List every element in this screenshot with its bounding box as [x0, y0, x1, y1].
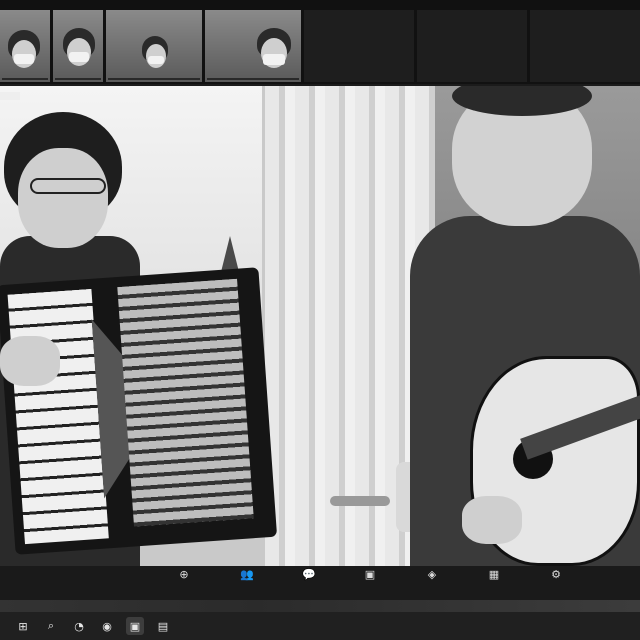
- participant-thumbnail-1[interactable]: [0, 10, 50, 82]
- meeting-toolbar: ⊕ 👥 💬 ▣ ◈ ▦ ⚙: [0, 566, 640, 600]
- accordion-bellows: [117, 278, 254, 527]
- participant-name-tile-2[interactable]: [416, 10, 527, 82]
- participant-thumbnail-3[interactable]: [105, 10, 202, 82]
- participant-name-tile-1[interactable]: [303, 10, 414, 82]
- speaker-label: [0, 92, 20, 100]
- share-screen-icon: ⊕: [179, 568, 189, 581]
- participant-name-2: [54, 78, 101, 80]
- apps-icon: ▦: [488, 568, 500, 581]
- apps-button[interactable]: ▦: [465, 566, 523, 600]
- participant-name-3: [107, 78, 200, 80]
- active-speaker-video: [0, 86, 640, 566]
- windows-taskbar: ⊞ ⌕ ◔ ◉ ▣ ▤: [0, 612, 640, 640]
- browser-icon[interactable]: ◔: [70, 617, 88, 635]
- reactions-button[interactable]: ◈: [403, 566, 461, 600]
- accordion-player-face: [18, 148, 108, 248]
- share-screen-button[interactable]: ⊕: [155, 566, 213, 600]
- participants-button[interactable]: 👥: [217, 566, 275, 600]
- participant-name-4: [206, 78, 299, 80]
- chat-icon: 💬: [302, 568, 316, 581]
- participant-name-1: [2, 78, 48, 80]
- more-button[interactable]: ⚙: [527, 566, 585, 600]
- record-button[interactable]: ▣: [341, 566, 399, 600]
- separator-strip: [0, 600, 640, 612]
- glasses: [30, 178, 106, 194]
- participants-icon: 👥: [240, 568, 254, 581]
- reactions-icon: ◈: [427, 568, 437, 581]
- strumming-hand: [462, 496, 522, 544]
- start-icon[interactable]: ⊞: [14, 617, 32, 635]
- windows-icon[interactable]: ▤: [154, 617, 172, 635]
- curtain-tie: [330, 496, 390, 506]
- participant-thumbnail-2[interactable]: [52, 10, 103, 82]
- accordion: [0, 267, 278, 555]
- video-filmstrip: [0, 0, 640, 84]
- search-icon[interactable]: ⌕: [42, 617, 60, 635]
- participant-thumbnail-4[interactable]: [204, 10, 301, 82]
- hand: [0, 336, 60, 386]
- chat-button[interactable]: 💬: [279, 566, 337, 600]
- record-icon: ▣: [364, 568, 376, 581]
- zoom-app-icon[interactable]: ▣: [126, 617, 144, 635]
- more-icon: ⚙: [551, 568, 561, 581]
- participant-name-tile-3[interactable]: [529, 10, 640, 82]
- chrome-icon[interactable]: ◉: [98, 617, 116, 635]
